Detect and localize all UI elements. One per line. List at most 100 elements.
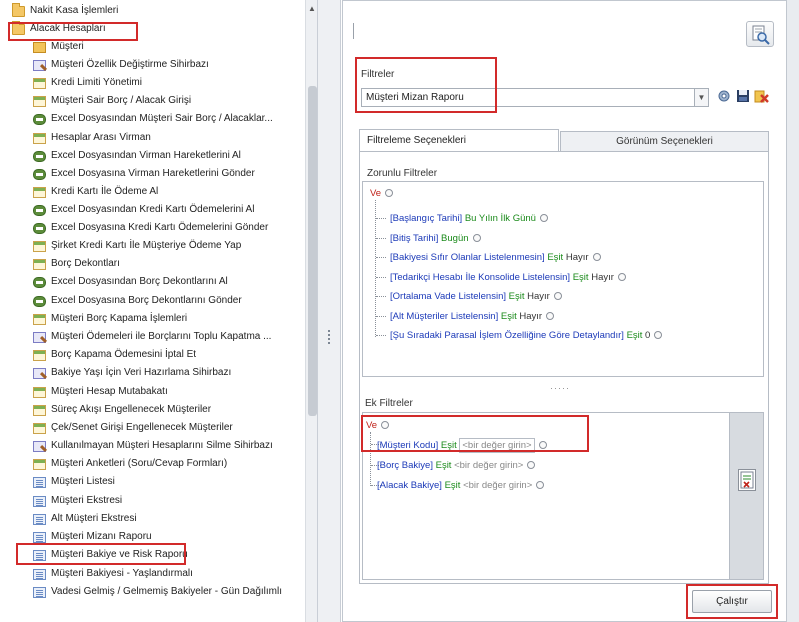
- filter-operator[interactable]: Bugün: [441, 233, 468, 244]
- filter-field[interactable]: [Başlangıç Tarihi]: [390, 213, 462, 224]
- tree-item[interactable]: Borç Kapama Ödemesini İptal Et: [33, 346, 196, 364]
- tree-item[interactable]: Excel Dosyasından Kredi Kartı Ödemelerin…: [33, 201, 254, 219]
- filter-condition[interactable]: [Bakiyesi Sıfır Olanlar Listelenmesin] E…: [390, 251, 601, 264]
- and-operator[interactable]: Ve: [366, 420, 377, 431]
- tree-item[interactable]: Alt Müşteri Ekstresi: [33, 510, 137, 528]
- and-operator[interactable]: Ve: [370, 188, 381, 199]
- scrollbar-thumb[interactable]: [308, 86, 317, 416]
- filter-value[interactable]: 0: [645, 330, 650, 341]
- filter-value-input[interactable]: <bir değer girin>: [454, 460, 523, 471]
- filter-field[interactable]: [Alacak Bakiye]: [377, 480, 442, 491]
- settings-button[interactable]: [715, 89, 732, 106]
- filter-field[interactable]: [Bakiyesi Sıfır Olanlar Listelenmesin]: [390, 252, 545, 263]
- filter-condition[interactable]: [Alt Müşteriler Listelensin] Eşit Hayır: [390, 310, 555, 323]
- tree-item[interactable]: Vadesi Gelmiş / Gelmemiş Bakiyeler - Gün…: [33, 583, 282, 601]
- tree-item[interactable]: Müşteri Bakiyesi - Yaşlandırmalı: [33, 565, 193, 583]
- tree-item[interactable]: Şirket Kredi Kartı İle Müşteriye Ödeme Y…: [33, 237, 241, 255]
- tree-item[interactable]: Müşteri Mizanı Raporu: [33, 528, 152, 546]
- tree-item[interactable]: Kredi Limiti Yönetimi: [33, 74, 142, 92]
- filter-value[interactable]: Hayır: [566, 252, 589, 263]
- filter-field[interactable]: [Borç Bakiye]: [377, 460, 433, 471]
- filter-condition[interactable]: [Başlangıç Tarihi] Bu Yılın İlk Günü: [390, 212, 548, 225]
- save-button[interactable]: [734, 89, 751, 106]
- tree-item[interactable]: Excel Dosyasından Müşteri Sair Borç / Al…: [33, 110, 273, 128]
- filter-select[interactable]: Müşteri Mizan Raporu: [361, 88, 695, 107]
- tree-item[interactable]: Süreç Akışı Engellenecek Müşteriler: [33, 401, 211, 419]
- filter-operator[interactable]: Bu Yılın İlk Günü: [465, 213, 536, 224]
- filter-condition[interactable]: [Tedarikçi Hesabı İle Konsolide Listelen…: [390, 271, 626, 284]
- filter-operator[interactable]: Eşit: [547, 252, 563, 263]
- extra-and-group[interactable]: Ve: [366, 419, 390, 432]
- remove-condition-icon[interactable]: [527, 461, 536, 469]
- tree-item[interactable]: Müşteri Ödemeleri ile Borçlarını Toplu K…: [33, 328, 271, 346]
- tree-item[interactable]: Müşteri Borç Kapama İşlemleri: [33, 310, 187, 328]
- filter-operator[interactable]: Eşit: [509, 291, 525, 302]
- tree-item[interactable]: Excel Dosyasından Virman Hareketlerini A…: [33, 147, 241, 165]
- tree-item[interactable]: Müşteri Bakiye ve Risk Raporu: [33, 546, 188, 564]
- required-and-group[interactable]: Ve: [370, 187, 394, 200]
- tab-filter-options[interactable]: Filtreleme Seçenekleri: [359, 129, 559, 152]
- report-search-button[interactable]: [746, 21, 774, 47]
- tree-scrollbar[interactable]: ▲: [305, 0, 317, 622]
- filter-condition[interactable]: [Bitiş Tarihi] Bugün: [390, 232, 481, 245]
- tree-item[interactable]: Müşteri Özellik Değiştirme Sihirbazı: [33, 56, 209, 74]
- scroll-up-arrow-icon[interactable]: ▲: [308, 4, 316, 13]
- filter-value[interactable]: Hayır: [527, 291, 550, 302]
- edit-filters-button[interactable]: [738, 469, 756, 491]
- filter-condition[interactable]: [Şu Sıradaki Parasal İşlem Özelliğine Gö…: [390, 329, 663, 342]
- filter-value[interactable]: Hayır: [519, 311, 542, 322]
- tree-item[interactable]: Müşteri Hesap Mutabakatı: [33, 383, 168, 401]
- filter-condition[interactable]: [Alacak Bakiye] Eşit <bir değer girin>: [377, 479, 545, 492]
- tree-folder[interactable]: Alacak Hesapları: [12, 20, 106, 38]
- search-input[interactable]: [353, 23, 365, 39]
- filter-condition[interactable]: [Müşteri Kodu] Eşit <bir değer girin>: [377, 438, 547, 453]
- splitter-grip-icon[interactable]: [328, 330, 330, 344]
- remove-condition-icon[interactable]: [553, 292, 562, 300]
- tree-item[interactable]: Müşteri Listesi: [33, 473, 115, 491]
- remove-condition-icon[interactable]: [546, 312, 555, 320]
- tree-item[interactable]: Kredi Kartı İle Ödeme Al: [33, 183, 158, 201]
- run-button[interactable]: Çalıştır: [692, 590, 772, 613]
- tree-item[interactable]: Müşteri Ekstresi: [33, 492, 122, 510]
- remove-condition-icon[interactable]: [592, 253, 601, 261]
- remove-condition-icon[interactable]: [539, 214, 548, 222]
- tree-item[interactable]: Müşteri Sair Borç / Alacak Girişi: [33, 92, 191, 110]
- filter-field[interactable]: [Bitiş Tarihi]: [390, 233, 438, 244]
- chevron-down-icon[interactable]: ▼: [695, 88, 709, 107]
- filter-condition[interactable]: [Ortalama Vade Listelensin] Eşit Hayır: [390, 290, 562, 303]
- tree-item[interactable]: Excel Dosyasına Kredi Kartı Ödemelerini …: [33, 219, 268, 237]
- tree-item[interactable]: Bakiye Yaşı İçin Veri Hazırlama Sihirbaz…: [33, 364, 231, 382]
- delete-button[interactable]: [753, 89, 770, 106]
- filter-field[interactable]: [Şu Sıradaki Parasal İşlem Özelliğine Gö…: [390, 330, 624, 341]
- remove-condition-icon[interactable]: [538, 441, 547, 449]
- remove-condition-icon[interactable]: [472, 234, 481, 242]
- filter-value-input[interactable]: <bir değer girin>: [459, 438, 535, 453]
- panel-splitter[interactable]: [318, 0, 341, 622]
- tree-item[interactable]: Excel Dosyasına Virman Hareketlerini Gön…: [33, 165, 255, 183]
- remove-condition-icon[interactable]: [654, 331, 663, 339]
- filter-field[interactable]: [Alt Müşteriler Listelensin]: [390, 311, 498, 322]
- filter-operator[interactable]: Eşit: [573, 272, 589, 283]
- tree-folder[interactable]: Nakit Kasa İşlemleri: [12, 2, 118, 20]
- filter-field[interactable]: [Tedarikçi Hesabı İle Konsolide Listelen…: [390, 272, 570, 283]
- filter-field[interactable]: [Ortalama Vade Listelensin]: [390, 291, 506, 302]
- tree-item[interactable]: Müşteri: [33, 38, 84, 56]
- filter-operator[interactable]: Eşit: [627, 330, 643, 341]
- filter-value[interactable]: Hayır: [591, 272, 614, 283]
- tree-item[interactable]: Excel Dosyasından Borç Dekontlarını Al: [33, 273, 228, 291]
- tab-view-options[interactable]: Görünüm Seçenekleri: [560, 131, 769, 152]
- tree-item[interactable]: Hesaplar Arası Virman: [33, 129, 151, 147]
- filter-operator[interactable]: Eşit: [436, 460, 452, 471]
- filter-operator[interactable]: Eşit: [445, 480, 461, 491]
- filter-value-input[interactable]: <bir değer girin>: [463, 480, 532, 491]
- remove-condition-icon[interactable]: [536, 481, 545, 489]
- filter-operator[interactable]: Eşit: [441, 440, 457, 451]
- filter-condition[interactable]: [Borç Bakiye] Eşit <bir değer girin>: [377, 459, 536, 472]
- remove-condition-icon[interactable]: [385, 189, 394, 197]
- filter-operator[interactable]: Eşit: [501, 311, 517, 322]
- remove-condition-icon[interactable]: [381, 421, 390, 429]
- filter-field[interactable]: [Müşteri Kodu]: [377, 440, 438, 451]
- resize-divider[interactable]: ·····: [550, 383, 570, 393]
- tree-item[interactable]: Borç Dekontları: [33, 255, 120, 273]
- remove-condition-icon[interactable]: [617, 273, 626, 281]
